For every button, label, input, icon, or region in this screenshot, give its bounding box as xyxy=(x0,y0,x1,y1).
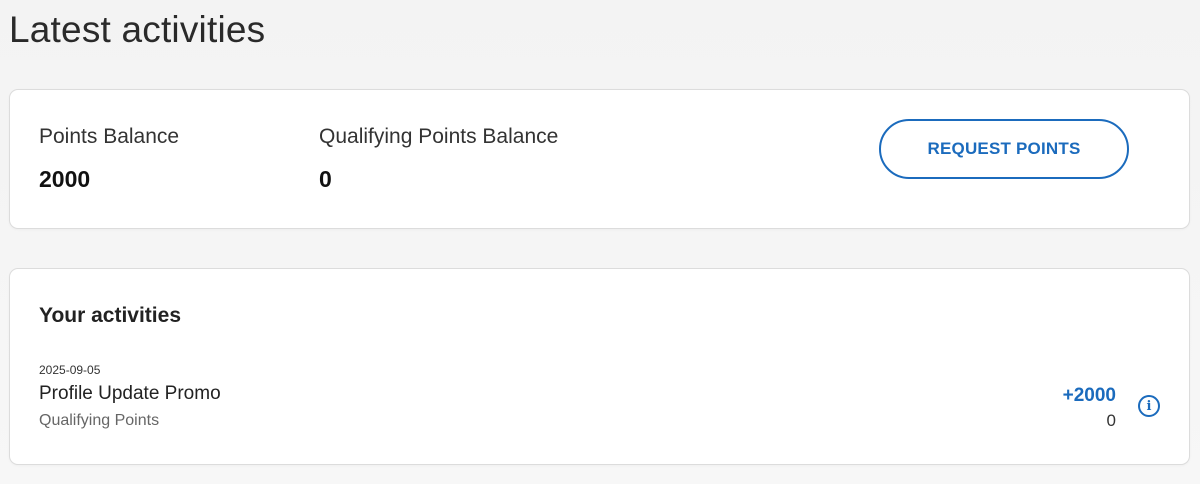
points-balance: Points Balance 2000 xyxy=(39,126,179,191)
points-balance-label: Points Balance xyxy=(39,125,180,148)
qualifying-points-balance: Qualifying Points Balance 0 xyxy=(319,126,558,191)
activities-card: Your activities 2025-09-05 Profile Updat… xyxy=(9,268,1190,465)
balance-card: Points Balance 2000 Qualifying Points Ba… xyxy=(9,89,1190,229)
activity-category: Qualifying Points xyxy=(39,412,160,429)
activity-item: 2025-09-05 Profile Update Promo Qualifyi… xyxy=(39,364,1160,436)
activity-date: 2025-09-05 xyxy=(39,363,101,377)
activities-heading: Your activities xyxy=(39,304,181,327)
page-title: Latest activities xyxy=(9,9,266,50)
qualifying-points-balance-value: 0 xyxy=(319,166,332,192)
info-icon[interactable]: i xyxy=(1138,395,1160,417)
qualifying-points-balance-label: Qualifying Points Balance xyxy=(319,125,559,148)
activity-points: +2000 xyxy=(1062,385,1116,406)
points-balance-value: 2000 xyxy=(39,166,91,192)
activity-name: Profile Update Promo xyxy=(39,383,221,404)
activity-qualifying-points: 0 xyxy=(1106,411,1116,430)
request-points-button[interactable]: REQUEST POINTS xyxy=(879,119,1129,179)
